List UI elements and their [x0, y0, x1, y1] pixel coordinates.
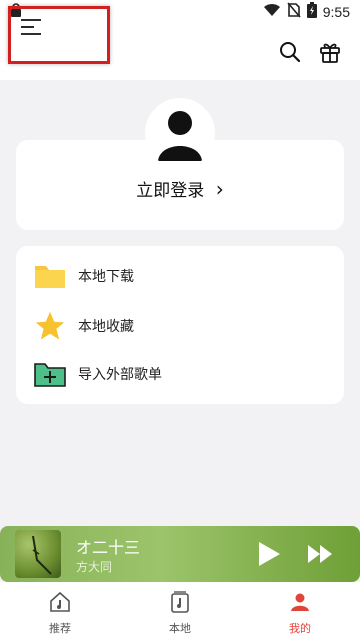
- song-artist: 方大同: [76, 560, 113, 574]
- local-music-icon: [168, 590, 192, 618]
- menu-item-label: 导入外部歌单: [78, 367, 162, 383]
- tab-label: 推荐: [49, 622, 71, 635]
- mini-player[interactable]: オ二十三 方大同: [0, 526, 360, 582]
- menu-icon: [21, 19, 41, 35]
- status-icons: 9:55: [263, 2, 350, 22]
- chevron-right-icon: ›: [215, 177, 224, 201]
- avatar[interactable]: [145, 98, 215, 168]
- wifi-icon: [263, 3, 281, 21]
- gift-icon[interactable]: [318, 40, 342, 64]
- tab-mine[interactable]: 我的: [240, 582, 360, 640]
- menu-item-local-favorites[interactable]: 本地收藏: [16, 304, 344, 348]
- menu-item-import-playlist[interactable]: 导入外部歌单: [16, 352, 344, 396]
- star-icon: [32, 308, 68, 344]
- play-icon[interactable]: [256, 540, 282, 568]
- login-label: 立即登录: [136, 181, 205, 201]
- menu-item-label: 本地收藏: [78, 319, 134, 335]
- local-menu-card: 本地下载 本地收藏 导入外部歌单: [16, 246, 344, 404]
- battery-charging-icon: [306, 2, 317, 22]
- login-link[interactable]: 立即登录 ›: [16, 176, 344, 201]
- song-title: オ二十三: [76, 538, 141, 557]
- tab-local[interactable]: 本地: [120, 582, 240, 640]
- menu-item-local-download[interactable]: 本地下载: [16, 254, 344, 298]
- status-time: 9:55: [322, 4, 350, 20]
- bottom-navigation: 推荐 本地 我的: [0, 582, 360, 640]
- next-icon[interactable]: [306, 542, 336, 566]
- tab-label: 我的: [289, 622, 311, 635]
- tab-recommend[interactable]: 推荐: [0, 582, 120, 640]
- menu-item-label: 本地下载: [78, 269, 134, 285]
- search-icon[interactable]: [278, 40, 302, 64]
- menu-button[interactable]: [8, 6, 110, 64]
- album-art[interactable]: [15, 530, 61, 578]
- folder-icon: [32, 258, 68, 294]
- home-music-icon: [48, 590, 72, 618]
- import-playlist-icon: [32, 356, 68, 392]
- tab-label: 本地: [169, 622, 191, 635]
- no-sim-icon: [287, 2, 301, 22]
- profile-icon: [288, 590, 312, 618]
